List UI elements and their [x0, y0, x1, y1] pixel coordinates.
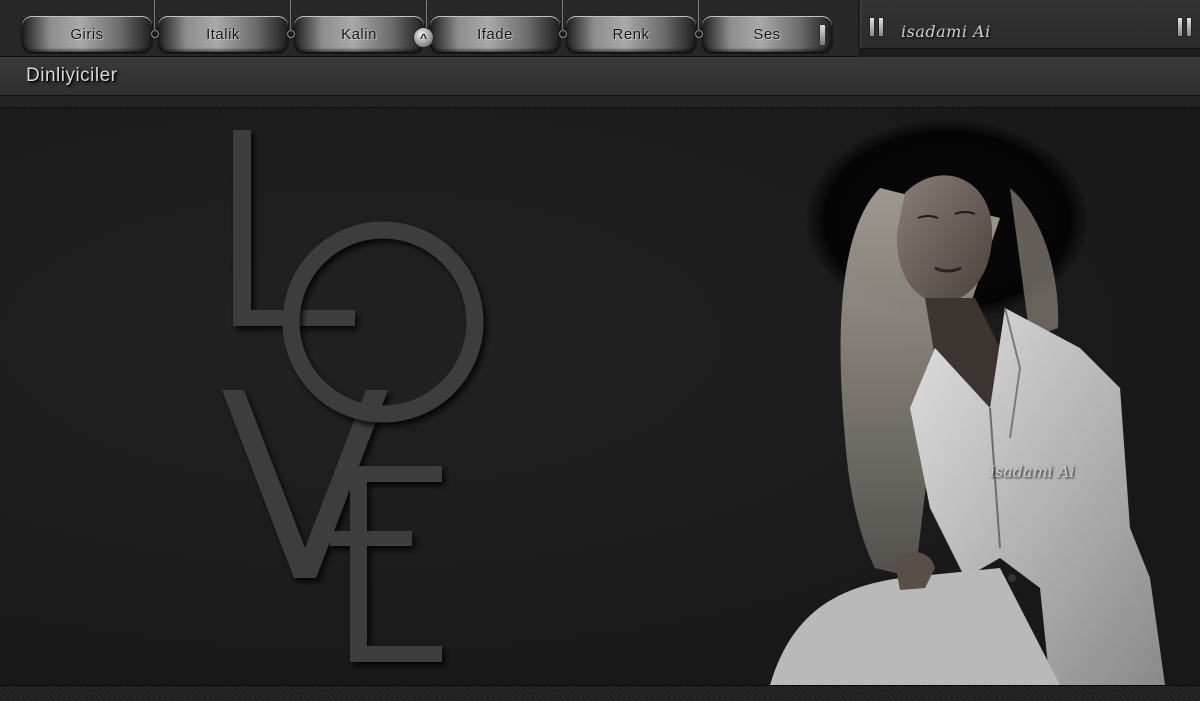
- letter-e-bottom: [350, 646, 442, 662]
- connector-knot: [287, 30, 295, 38]
- kalin-button[interactable]: Kalin: [294, 16, 424, 52]
- letter-e-stem: [350, 466, 367, 662]
- giris-button[interactable]: Giris: [22, 16, 152, 52]
- collapse-toggle-icon[interactable]: ^: [413, 27, 434, 48]
- renk-button[interactable]: Renk: [566, 16, 696, 52]
- ses-button[interactable]: Ses: [702, 16, 832, 52]
- username-label: isadami Ai: [901, 22, 991, 41]
- hanger-line: [698, 0, 699, 30]
- letter-l-stem: [233, 130, 251, 326]
- letter-e-middle: [330, 531, 412, 546]
- main-banner: isadami Ai: [0, 108, 1200, 685]
- connector-knot: [695, 30, 703, 38]
- banner-artwork: [222, 120, 1165, 685]
- right-pause-icon[interactable]: [1177, 17, 1195, 42]
- footer-strip: [0, 685, 1200, 701]
- format-toolbar: Giris Italik Kalin Ifade Renk Ses ^: [0, 0, 858, 57]
- artwork-watermark: isadami Ai: [990, 462, 1075, 481]
- user-panel: isadami Ai: [860, 0, 1200, 49]
- left-pause-icon[interactable]: [869, 17, 887, 42]
- connector-knot: [559, 30, 567, 38]
- italik-button[interactable]: Italik: [158, 16, 288, 52]
- letter-e-top: [350, 466, 442, 482]
- page-title: Dinliyiciler: [26, 65, 118, 86]
- hanger-line: [426, 0, 427, 30]
- connector-knot: [151, 30, 159, 38]
- header-divider: [0, 96, 1200, 108]
- ifade-button[interactable]: Ifade: [430, 16, 560, 52]
- hanger-line: [154, 0, 155, 30]
- portrait-illustration: [770, 120, 1165, 685]
- toolbar-right-endcap: [819, 24, 826, 46]
- listeners-header: Dinliyiciler: [0, 57, 1200, 96]
- hanger-line: [562, 0, 563, 30]
- hanger-line: [290, 0, 291, 30]
- jacket-button: [1008, 574, 1016, 582]
